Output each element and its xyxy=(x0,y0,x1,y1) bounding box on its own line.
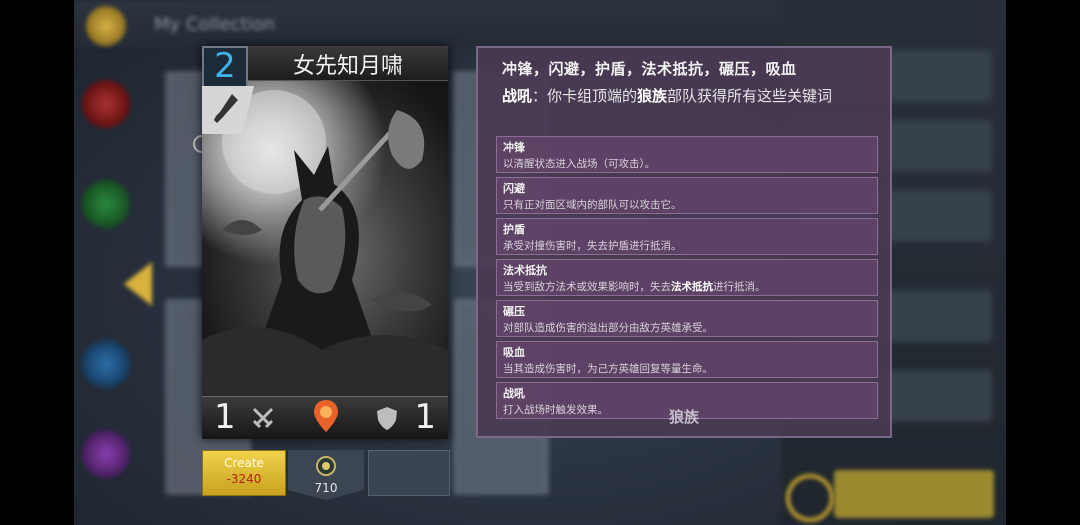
keyword-title: 闪避 xyxy=(503,182,525,195)
keyword-text: 对部队造成伤害的溢出部分由敌方英雄承受。 xyxy=(503,322,713,334)
disenchant-button[interactable] xyxy=(368,450,450,496)
attack-value: 1 xyxy=(214,397,236,437)
keyword-item: 闪避 只有正对面区域内的部队可以攻击它。 xyxy=(496,177,878,214)
create-label: Create xyxy=(224,456,264,470)
keyword-text-pre: 当受到敌方法术或效果影响时，失去 xyxy=(503,281,671,293)
keywords-line: 冲锋，闪避，护盾，法术抵抗，碾压，吸血 xyxy=(502,60,797,78)
map-pin-icon xyxy=(314,400,338,432)
card-description: 战吼：你卡组顶端的狼族部队获得所有这些关键词 xyxy=(502,84,872,108)
keyword-text: 当受到敌方法术或效果影响时，失去法术抵抗进行抵消。 xyxy=(503,279,766,294)
wolf-tribe-label: 狼族 xyxy=(637,87,668,105)
faction-orb-icon xyxy=(82,180,130,228)
card-title-bar: 女先知月啸 xyxy=(248,46,448,81)
letterbox-right xyxy=(1006,0,1080,525)
keyword-text: 当其造成伤害时，为己方英雄回复等量生命。 xyxy=(503,363,713,375)
keyword-text: 以清醒状态进入战场（可攻击）。 xyxy=(503,158,656,170)
keyword-item: 法术抵抗 当受到敌方法术或效果影响时，失去法术抵抗进行抵消。 xyxy=(496,259,878,296)
keyword-item: 碾压 对部队造成伤害的溢出部分由敌方英雄承受。 xyxy=(496,300,878,337)
mana-cost: 2 xyxy=(214,46,236,86)
keyword-item: 冲锋 以清醒状态进入战场（可攻击）。 xyxy=(496,136,878,173)
keyword-title: 法术抵抗 xyxy=(503,264,547,277)
keyword-text: 承受对撞伤害时，失去护盾进行抵消。 xyxy=(503,240,682,252)
keyword-panel: 冲锋，闪避，护盾，法术抵抗，碾压，吸血 战吼：你卡组顶端的狼族部队获得所有这些关… xyxy=(476,46,892,438)
keyword-title: 碾压 xyxy=(503,305,525,318)
faction-orb-icon xyxy=(82,80,130,128)
create-cost: -3240 xyxy=(226,472,262,486)
keyword-text-post: 进行抵消。 xyxy=(713,281,766,293)
description-text: ：你卡组顶端的 xyxy=(532,87,638,105)
unit-type-badge xyxy=(202,86,254,134)
create-card-button[interactable]: Create -3240 xyxy=(202,450,286,496)
keyword-text: 只有正对面区域内的部队可以攻击它。 xyxy=(503,199,682,211)
background-title: My Collection xyxy=(154,14,275,35)
faction-orb-icon xyxy=(82,340,130,388)
letterbox-left xyxy=(0,0,74,525)
keyword-title: 吸血 xyxy=(503,346,525,359)
health-value: 1 xyxy=(414,397,436,437)
battlecry-label: 战吼 xyxy=(502,87,533,105)
crossed-swords-icon xyxy=(252,407,274,429)
dust-button[interactable]: 710 xyxy=(288,450,364,500)
keyword-item: 护盾 承受对撞伤害时，失去护盾进行抵消。 xyxy=(496,218,878,255)
keyword-title: 护盾 xyxy=(503,223,525,236)
keyword-title: 冲锋 xyxy=(503,141,525,154)
background-circle-button xyxy=(786,474,834,522)
keyword-item: 吸血 当其造成伤害时，为己方英雄回复等量生命。 xyxy=(496,341,878,378)
previous-page-arrow-icon xyxy=(124,262,152,306)
mana-cost-badge: 2 xyxy=(202,46,248,88)
game-logo-icon xyxy=(86,6,126,46)
shield-icon xyxy=(377,407,397,430)
card-stat-bar: 1 1 xyxy=(202,396,448,439)
dust-count: 710 xyxy=(314,481,338,495)
background-yellow-button xyxy=(834,470,994,518)
description-text-end: 部队获得所有这些关键词 xyxy=(667,87,833,105)
tribe-footer: 狼族 xyxy=(668,408,699,426)
keyword-list: 冲锋 以清醒状态进入战场（可攻击）。 闪避 只有正对面区域内的部队可以攻击它。 … xyxy=(496,136,878,423)
dust-currency-icon xyxy=(316,456,336,476)
sword-icon xyxy=(202,86,254,134)
card-detail: 女先知月啸 2 1 1 xyxy=(202,46,448,439)
keyword-title: 战吼 xyxy=(503,387,525,400)
keyword-text-bold: 法术抵抗 xyxy=(671,281,713,293)
card-name: 女先知月啸 xyxy=(292,54,403,79)
faction-orb-icon xyxy=(82,430,130,478)
